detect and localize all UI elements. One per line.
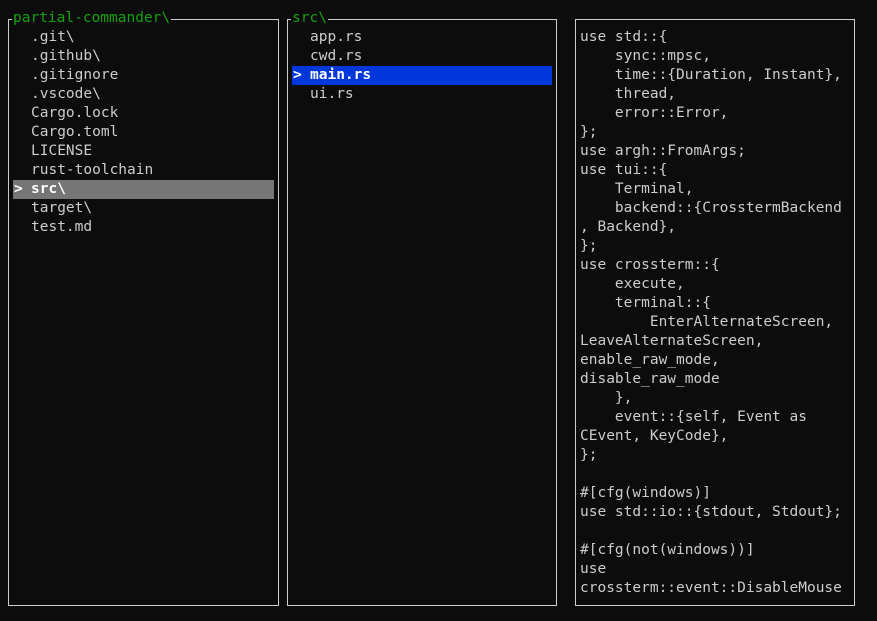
list-item-label: Cargo.toml	[31, 124, 119, 140]
code-line: #[cfg(not(windows))]	[580, 542, 755, 558]
code-line: sync::mpsc,	[580, 48, 711, 64]
list-item[interactable]: ui.rs	[292, 85, 552, 104]
code-line: };	[580, 447, 598, 463]
code-line: CEvent, KeyCode},	[580, 428, 729, 444]
list-item-label: cwd.rs	[310, 48, 363, 64]
list-item[interactable]: .git\	[13, 28, 274, 47]
list-item-label: test.md	[31, 219, 93, 235]
code-line: time::{Duration, Instant},	[580, 67, 842, 83]
code-line: use crossterm::{	[580, 257, 720, 273]
list-item-label: .git\	[31, 29, 75, 45]
code-line: error::Error,	[580, 105, 729, 121]
file-list-middle: app.rs cwd.rs > main.rs ui.rs	[292, 28, 552, 104]
list-item-label: .github\	[31, 48, 101, 64]
list-item[interactable]: Cargo.lock	[13, 104, 274, 123]
list-item-label: .vscode\	[31, 86, 101, 102]
code-line: LeaveAlternateScreen,	[580, 333, 764, 349]
code-line: event::{self, Event as	[580, 409, 807, 425]
list-item-label: main.rs	[310, 67, 372, 83]
pane-title-middle: src\	[291, 9, 328, 28]
list-item-label: rust-toolchain	[31, 162, 154, 178]
list-item-label: LICENSE	[31, 143, 93, 159]
list-item-label: ui.rs	[310, 86, 354, 102]
code-preview: use std::{ sync::mpsc, time::{Duration, …	[580, 28, 852, 598]
code-line: crossterm::event::DisableMouse	[580, 580, 842, 596]
code-line: thread,	[580, 86, 677, 102]
list-item[interactable]: target\	[13, 199, 274, 218]
code-line: use argh::FromArgs;	[580, 143, 746, 159]
code-line: Terminal,	[580, 181, 694, 197]
code-line: execute,	[580, 276, 685, 292]
file-preview-pane: use std::{ sync::mpsc, time::{Duration, …	[575, 19, 855, 606]
code-line: use std::io::{stdout, Stdout};	[580, 504, 842, 520]
list-item[interactable]: test.md	[13, 218, 274, 237]
code-line: };	[580, 238, 598, 254]
list-item[interactable]: app.rs	[292, 28, 552, 47]
list-item[interactable]: .gitignore	[13, 66, 274, 85]
selection-marker: >	[14, 181, 23, 197]
list-item-label: src\	[31, 181, 66, 197]
list-item-label: Cargo.lock	[31, 105, 119, 121]
code-line: use	[580, 561, 607, 577]
code-line: terminal::{	[580, 295, 711, 311]
list-item-selected[interactable]: > main.rs	[292, 66, 552, 85]
selection-marker: >	[293, 67, 302, 83]
code-line: disable_raw_mode	[580, 371, 720, 387]
list-item-selected[interactable]: > src\	[13, 180, 274, 199]
list-item[interactable]: .vscode\	[13, 85, 274, 104]
code-line: use tui::{	[580, 162, 668, 178]
list-item[interactable]: .github\	[13, 47, 274, 66]
code-line: backend::{CrosstermBackend	[580, 200, 842, 216]
directory-pane-left: partial-commander\ .git\ .github\ .gitigno…	[8, 9, 279, 606]
file-list-left: .git\ .github\ .gitignore .vscode\ Cargo.loc…	[13, 28, 274, 237]
directory-pane-middle: src\ app.rs cwd.rs > main.rs ui.rs	[287, 9, 557, 606]
code-line: },	[580, 390, 633, 406]
list-item[interactable]: rust-toolchain	[13, 161, 274, 180]
code-line: EnterAlternateScreen,	[580, 314, 834, 330]
code-line: enable_raw_mode,	[580, 352, 720, 368]
list-item-label: app.rs	[310, 29, 363, 45]
code-line: };	[580, 124, 598, 140]
code-line: , Backend},	[580, 219, 677, 235]
pane-title-left: partial-commander\	[12, 9, 172, 28]
code-line: use std::{	[580, 29, 668, 45]
list-item[interactable]: LICENSE	[13, 142, 274, 161]
list-item[interactable]: Cargo.toml	[13, 123, 274, 142]
list-item-label: .gitignore	[31, 67, 119, 83]
code-line: #[cfg(windows)]	[580, 485, 711, 501]
list-item-label: target\	[31, 200, 93, 216]
list-item[interactable]: cwd.rs	[292, 47, 552, 66]
